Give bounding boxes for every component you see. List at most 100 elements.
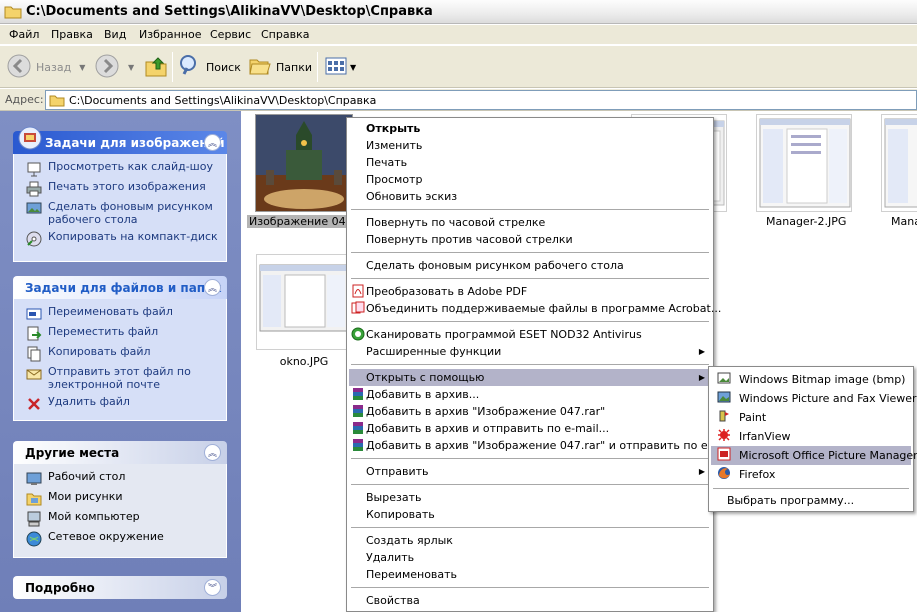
collapse-icon[interactable]: ︽ (204, 444, 221, 461)
other-places-header[interactable]: Другие места ︽ (13, 441, 227, 464)
forward-button[interactable]: ▼ (94, 50, 134, 84)
image-tasks-panel: Задачи для изображений ︽ Просмотреть как… (13, 126, 227, 262)
task-label: Копировать файл (48, 345, 151, 358)
menu-item-rename[interactable]: Переименовать (349, 566, 711, 583)
menu-item-add-archive-named[interactable]: Добавить в архив "Изображение 047.rar" (349, 403, 711, 420)
task-label: Копировать на компакт-диск (48, 230, 218, 243)
back-button[interactable]: Назад ▼ (6, 50, 85, 84)
address-value: C:\Documents and Settings\AlikinaVV\Desk… (69, 93, 377, 107)
file-thumbnail-selected[interactable] (255, 114, 353, 212)
task-move-file[interactable]: Переместить файл (14, 325, 226, 345)
file-tasks-panel: Задачи для файлов и папок ︽ Переименоват… (13, 276, 227, 421)
menu-item-open[interactable]: Открыть (349, 120, 711, 137)
collapse-icon[interactable]: ︽ (204, 134, 221, 151)
place-desktop[interactable]: Рабочий стол (14, 470, 226, 490)
menu-item-combine-acrobat[interactable]: Объединить поддерживаемые файлы в програ… (349, 300, 721, 317)
menu-item-print[interactable]: Печать (349, 154, 711, 171)
image-tasks-header[interactable]: Задачи для изображений ︽ (13, 126, 227, 154)
menu-bar: Файл Правка Вид Избранное Сервис Справка (0, 25, 917, 45)
up-folder-icon (144, 54, 168, 81)
open-with-fax-viewer[interactable]: Windows Picture and Fax Viewer (711, 389, 917, 408)
place-my-pictures[interactable]: Мои рисунки (14, 490, 226, 510)
address-field[interactable]: C:\Documents and Settings\AlikinaVV\Desk… (45, 90, 917, 110)
image-tasks-body: Просмотреть как слайд-шоу Печать этого и… (13, 154, 227, 262)
details-title: Подробно (25, 581, 95, 595)
menu-item-rotate-ccw[interactable]: Повернуть против часовой стрелки (349, 231, 711, 248)
submenu-arrow-icon: ▶ (698, 467, 705, 476)
file-thumbnail[interactable] (756, 114, 852, 212)
menu-item-add-archive[interactable]: Добавить в архив... (349, 386, 711, 403)
place-network[interactable]: Сетевое окружение (14, 530, 226, 550)
menu-file[interactable]: Файл (9, 28, 39, 41)
task-label: Переместить файл (48, 325, 159, 338)
menu-item-archive-named-email[interactable]: Добавить в архив "Изображение 047.rar" и… (349, 437, 735, 454)
menu-item-preview[interactable]: Просмотр (349, 171, 711, 188)
file-thumbnail[interactable] (881, 114, 917, 212)
context-menu: Открыть Изменить Печать Просмотр Обновит… (346, 117, 735, 612)
menu-item-extended-functions[interactable]: Расширенные функции ▶ (349, 343, 711, 360)
menu-item-edit[interactable]: Изменить (349, 137, 711, 154)
search-icon (178, 54, 202, 81)
file-caption[interactable]: Manager-2.JPG (766, 215, 846, 228)
menu-tools[interactable]: Сервис (210, 28, 251, 41)
menu-item-set-wallpaper[interactable]: Сделать фоновым рисунком рабочего стола (349, 257, 711, 274)
menu-item-send-to[interactable]: Отправить ▶ (349, 463, 711, 480)
file-caption[interactable]: okno.JPG (256, 355, 352, 368)
toolbar: Назад ▼ ▼ Поиск Папки ▼ (0, 46, 917, 88)
menu-item-archive-email[interactable]: Добавить в архив и отправить по e-mail..… (349, 420, 711, 437)
folders-label: Папки (276, 60, 312, 74)
menu-help[interactable]: Справка (261, 28, 309, 41)
file-caption-selected[interactable]: Изображение 047.jpg (247, 215, 376, 228)
menu-edit[interactable]: Правка (51, 28, 93, 41)
expand-icon[interactable]: ︾ (204, 579, 221, 596)
folders-button[interactable]: Папки (248, 50, 312, 84)
menu-item-rotate-cw[interactable]: Повернуть по часовой стрелке (349, 214, 711, 231)
open-with-irfanview[interactable]: IrfanView (711, 427, 911, 446)
picture-manager-icon (717, 447, 731, 461)
submenu-arrow-icon: ▶ (698, 347, 705, 356)
open-with-picture-manager[interactable]: Microsoft Office Picture Manager (711, 446, 917, 465)
menu-view[interactable]: Вид (104, 28, 126, 41)
menu-item-eset-scan[interactable]: Сканировать программой ESET NOD32 Antivi… (349, 326, 711, 343)
chevron-down-icon[interactable]: ▼ (79, 63, 85, 72)
menu-item-refresh-thumbnail[interactable]: Обновить эскиз (349, 188, 711, 205)
search-label: Поиск (206, 60, 241, 74)
menu-item-open-with[interactable]: Открыть с помощью ▶ (349, 369, 711, 386)
task-copy-file[interactable]: Копировать файл (14, 345, 226, 365)
file-thumbnail[interactable] (256, 254, 352, 350)
menu-item-convert-pdf[interactable]: Преобразовать в Adobe PDF (349, 283, 711, 300)
winrar-icon (351, 421, 365, 435)
menu-item-properties[interactable]: Свойства (349, 592, 711, 609)
task-slideshow[interactable]: Просмотреть как слайд-шоу (14, 160, 226, 180)
place-my-computer[interactable]: Мой компьютер (14, 510, 226, 530)
views-button[interactable]: ▼ (325, 50, 356, 84)
menu-favorites[interactable]: Избранное (139, 28, 201, 41)
menu-item-create-shortcut[interactable]: Создать ярлык (349, 532, 711, 549)
task-delete-file[interactable]: Удалить файл (14, 395, 226, 415)
task-email-file[interactable]: Отправить этот файл по электронной почте (14, 365, 226, 395)
task-rename-file[interactable]: Переименовать файл (14, 305, 226, 325)
chevron-down-icon[interactable]: ▼ (350, 63, 356, 72)
menu-item-delete[interactable]: Удалить (349, 549, 711, 566)
window-title: C:\Documents and Settings\AlikinaVV\Desk… (26, 4, 433, 19)
open-with-paint[interactable]: Paint (711, 408, 911, 427)
file-caption[interactable]: Mana (891, 215, 917, 228)
desktop-icon (26, 471, 42, 487)
task-set-wallpaper[interactable]: Сделать фоновым рисунком рабочего стола (14, 200, 226, 230)
open-with-choose-program[interactable]: Выбрать программу... (711, 492, 911, 509)
task-copy-to-cd[interactable]: Копировать на компакт-диск (14, 230, 226, 250)
task-label: Удалить файл (48, 395, 130, 408)
file-tasks-header[interactable]: Задачи для файлов и папок ︽ (13, 276, 227, 299)
open-with-bmp-viewer[interactable]: Windows Bitmap image (bmp) (711, 370, 911, 389)
chevron-down-icon[interactable]: ▼ (128, 63, 134, 72)
menu-item-copy[interactable]: Копировать (349, 506, 711, 523)
rename-icon (26, 306, 42, 322)
open-with-firefox[interactable]: Firefox (711, 465, 911, 484)
task-print-image[interactable]: Печать этого изображения (14, 180, 226, 200)
up-folder-button[interactable] (144, 50, 168, 84)
search-button[interactable]: Поиск (178, 50, 241, 84)
cd-icon (26, 231, 42, 247)
menu-item-cut[interactable]: Вырезать (349, 489, 711, 506)
details-header[interactable]: Подробно ︾ (13, 576, 227, 599)
collapse-icon[interactable]: ︽ (204, 279, 221, 296)
